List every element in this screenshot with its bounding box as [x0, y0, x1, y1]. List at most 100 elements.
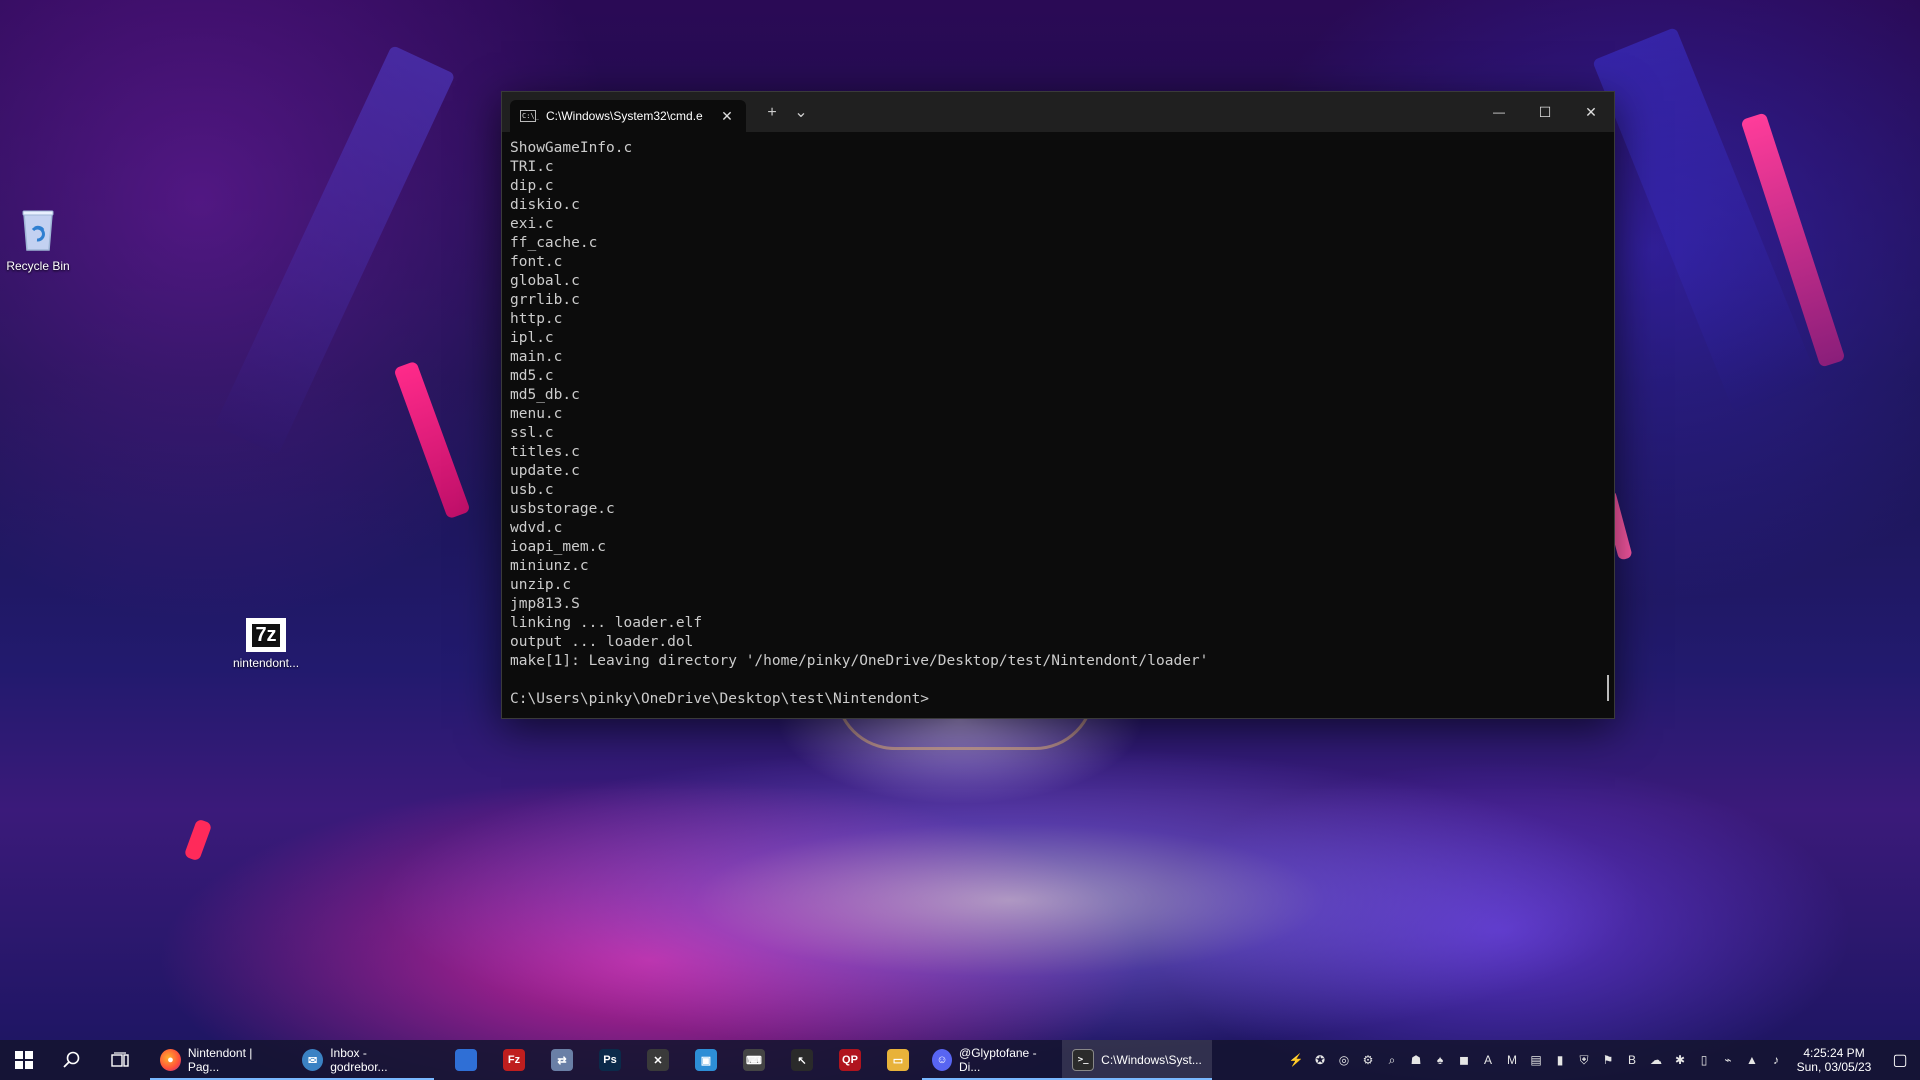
notification-icon: ▢: [1892, 1052, 1908, 1069]
taskbar-pinned-photoshop[interactable]: Ps: [586, 1040, 634, 1080]
taskbar-app-terminal[interactable]: >_ C:\Windows\Syst...: [1062, 1040, 1212, 1080]
taskbar-pinned-image-app[interactable]: ▣: [682, 1040, 730, 1080]
tray-icon[interactable]: ☁: [1644, 1040, 1668, 1080]
7z-archive-icon: 7z: [246, 618, 286, 652]
console-line: global.c: [510, 273, 580, 289]
scrollbar-thumb[interactable]: [1607, 675, 1609, 701]
taskbar-pinned-file-explorer[interactable]: ▭: [874, 1040, 922, 1080]
taskbar-pinned-cursor-app[interactable]: ↖: [778, 1040, 826, 1080]
console-line: linking ... loader.elf: [510, 615, 703, 631]
console-line: wdvd.c: [510, 520, 563, 536]
start-button[interactable]: [0, 1040, 48, 1080]
tray-icon[interactable]: ⌕: [1380, 1040, 1404, 1080]
tray-icon[interactable]: ✱: [1668, 1040, 1692, 1080]
terminal-titlebar[interactable]: C:\_ C:\Windows\System32\cmd.e ✕ + ⌄ — ☐…: [502, 92, 1614, 132]
tray-icon[interactable]: ▲: [1740, 1040, 1764, 1080]
firefox-icon: ●: [160, 1049, 181, 1071]
console-line: http.c: [510, 311, 563, 327]
cursor-app-icon: ↖: [791, 1049, 813, 1071]
console-line: output ... loader.dol: [510, 634, 694, 650]
search-button[interactable]: [48, 1040, 96, 1080]
7z-archive-glyph: 7z: [252, 623, 280, 647]
tray-icon[interactable]: ⚡: [1284, 1040, 1308, 1080]
taskbar-app-firefox[interactable]: ● Nintendont | Pag...: [150, 1040, 292, 1080]
tray-icon[interactable]: ⚙: [1356, 1040, 1380, 1080]
tray-icon[interactable]: ◼: [1452, 1040, 1476, 1080]
console-line: update.c: [510, 463, 580, 479]
console-line: unzip.c: [510, 577, 572, 593]
tray-icon[interactable]: B: [1620, 1040, 1644, 1080]
console-line: ShowGameInfo.c: [510, 140, 633, 156]
console-line: ssl.c: [510, 425, 554, 441]
taskbar-pinned-network-app[interactable]: ⇄: [538, 1040, 586, 1080]
desktop-icon-nintendont-archive[interactable]: 7z nintendont...: [226, 618, 306, 670]
taskbar: ● Nintendont | Pag... ✉ Inbox - godrebor…: [0, 1040, 1920, 1080]
new-tab-button[interactable]: +: [758, 102, 786, 124]
console-line: menu.c: [510, 406, 563, 422]
task-view-icon: [111, 1052, 129, 1067]
taskbar-pinned-x-app[interactable]: ✕: [634, 1040, 682, 1080]
file-explorer-icon: ▭: [887, 1049, 909, 1071]
network-app-icon: ⇄: [551, 1049, 573, 1071]
tab-dropdown-button[interactable]: ⌄: [787, 102, 815, 124]
tray-icon[interactable]: ⌁: [1716, 1040, 1740, 1080]
tray-icon[interactable]: ☗: [1404, 1040, 1428, 1080]
tray-icon[interactable]: ▯: [1692, 1040, 1716, 1080]
console-line: exi.c: [510, 216, 554, 232]
clock-date: Sun, 03/05/23: [1796, 1060, 1872, 1074]
console-line: main.c: [510, 349, 563, 365]
console-line: jmp813.S: [510, 596, 580, 612]
console-line: ff_cache.c: [510, 235, 598, 251]
console-line: usbstorage.c: [510, 501, 615, 517]
console-line: md5.c: [510, 368, 554, 384]
taskbar-pinned-blue-app[interactable]: [442, 1040, 490, 1080]
tray-icon[interactable]: ⛨: [1572, 1040, 1596, 1080]
console-line: ipl.c: [510, 330, 554, 346]
taskbar-app-thunderbird[interactable]: ✉ Inbox - godrebor...: [292, 1040, 434, 1080]
terminal-window[interactable]: C:\_ C:\Windows\System32\cmd.e ✕ + ⌄ — ☐…: [501, 91, 1615, 719]
console-line: md5_db.c: [510, 387, 580, 403]
close-button[interactable]: ✕: [1568, 92, 1614, 132]
tray-icon[interactable]: A: [1476, 1040, 1500, 1080]
desktop-icon-recycle-bin[interactable]: Recycle Bin: [0, 208, 78, 273]
console-line: titles.c: [510, 444, 580, 460]
console-line: ioapi_mem.c: [510, 539, 607, 555]
wallpaper-beam: [393, 360, 471, 520]
taskbar-pinned-keyboard-app[interactable]: ⌨: [730, 1040, 778, 1080]
console-line: dip.c: [510, 178, 554, 194]
console-line: TRI.c: [510, 159, 554, 175]
tray-icon[interactable]: ◎: [1332, 1040, 1356, 1080]
console-line: usb.c: [510, 482, 554, 498]
tray-icon[interactable]: ✪: [1308, 1040, 1332, 1080]
terminal-tab[interactable]: C:\_ C:\Windows\System32\cmd.e ✕: [510, 100, 746, 132]
terminal-output[interactable]: ShowGameInfo.c TRI.c dip.c diskio.c exi.c ff_…: [510, 139, 1600, 712]
tray-icon[interactable]: ⚑: [1596, 1040, 1620, 1080]
task-view-button[interactable]: [96, 1040, 144, 1080]
taskbar-pinned-filezilla[interactable]: Fz: [490, 1040, 538, 1080]
taskbar-app-label: @Glyptofane - Di...: [959, 1046, 1037, 1074]
x-app-icon: ✕: [647, 1049, 669, 1071]
clock[interactable]: 4:25:24 PM Sun, 03/05/23: [1792, 1046, 1876, 1074]
notification-center-button[interactable]: ▢: [1880, 1040, 1920, 1080]
desktop-icon-label: Recycle Bin: [6, 259, 70, 273]
clock-time: 4:25:24 PM: [1803, 1046, 1865, 1060]
cmd-icon: C:\_: [520, 110, 539, 122]
tab-close-button[interactable]: ✕: [718, 108, 736, 125]
terminal-icon: >_: [1072, 1049, 1095, 1071]
tray-icon[interactable]: ♠: [1428, 1040, 1452, 1080]
tray-icon[interactable]: ▤: [1524, 1040, 1548, 1080]
taskbar-app-discord[interactable]: ☺ @Glyptofane - Di...: [922, 1040, 1062, 1080]
taskbar-app-label: C:\Windows\Syst...: [1101, 1053, 1202, 1067]
thunderbird-icon: ✉: [302, 1049, 324, 1071]
maximize-button[interactable]: ☐: [1522, 92, 1568, 132]
tray-icon[interactable]: ♪: [1764, 1040, 1788, 1080]
taskbar-pinned-qp-app[interactable]: QP: [826, 1040, 874, 1080]
tray-icon[interactable]: ▮: [1548, 1040, 1572, 1080]
tray-icon[interactable]: M: [1500, 1040, 1524, 1080]
console-line: miniunz.c: [510, 558, 589, 574]
console-line: make[1]: Leaving directory '/home/pinky/…: [510, 653, 1209, 669]
minimize-button[interactable]: —: [1476, 92, 1522, 132]
windows-start-icon: [15, 1051, 33, 1069]
console-line: font.c: [510, 254, 563, 270]
blue-app-icon: [455, 1049, 477, 1071]
